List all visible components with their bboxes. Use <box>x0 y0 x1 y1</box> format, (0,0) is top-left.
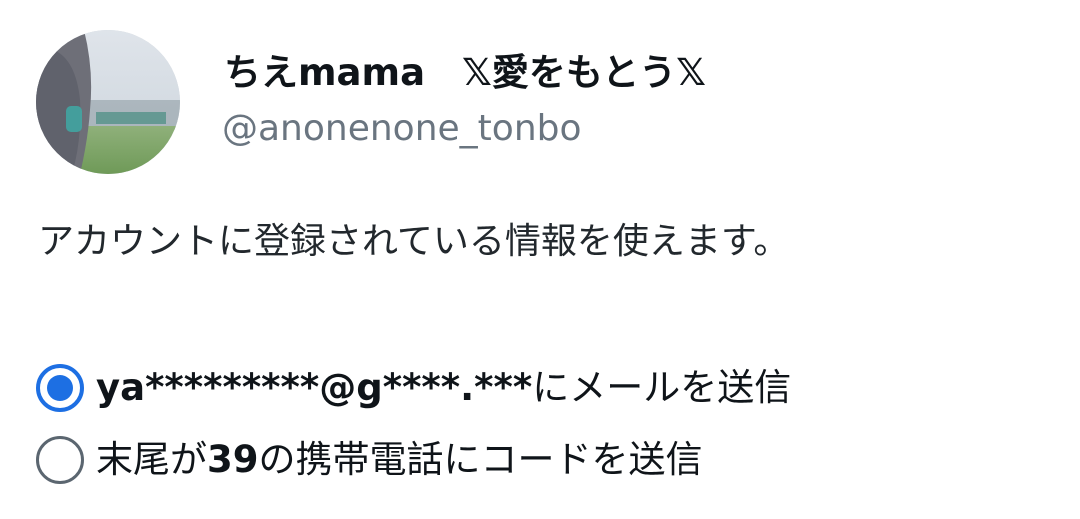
option-email-label: ya*********@g****.***にメールを送信 <box>96 364 791 412</box>
avatar-image <box>36 30 180 174</box>
option-email[interactable]: ya*********@g****.***にメールを送信 <box>36 364 791 412</box>
option-phone-label: 末尾が39の携帯電話にコードを送信 <box>96 436 703 484</box>
display-name: ちえmama 𝕏愛をもとう𝕏 <box>224 51 706 94</box>
radio-selected-icon[interactable] <box>36 364 84 412</box>
option-email-text: にメールを送信 <box>532 366 792 409</box>
phone-last-digits: 39 <box>207 438 259 481</box>
option-phone[interactable]: 末尾が39の携帯電話にコードを送信 <box>36 436 703 484</box>
radio-unselected-icon[interactable] <box>36 436 84 484</box>
account-handle: @anonenone_tonbo <box>222 108 582 149</box>
avatar <box>36 30 180 174</box>
masked-email: ya*********@g****.*** <box>96 366 533 409</box>
option-phone-text: の携帯電話にコードを送信 <box>258 438 703 481</box>
account-verification-screen: ちえmama 𝕏愛をもとう𝕏 @anonenone_tonbo アカウントに登録… <box>0 0 1080 519</box>
info-text: アカウントに登録されている情報を使えます。 <box>38 221 790 262</box>
option-phone-prefix: 末尾が <box>96 438 207 481</box>
